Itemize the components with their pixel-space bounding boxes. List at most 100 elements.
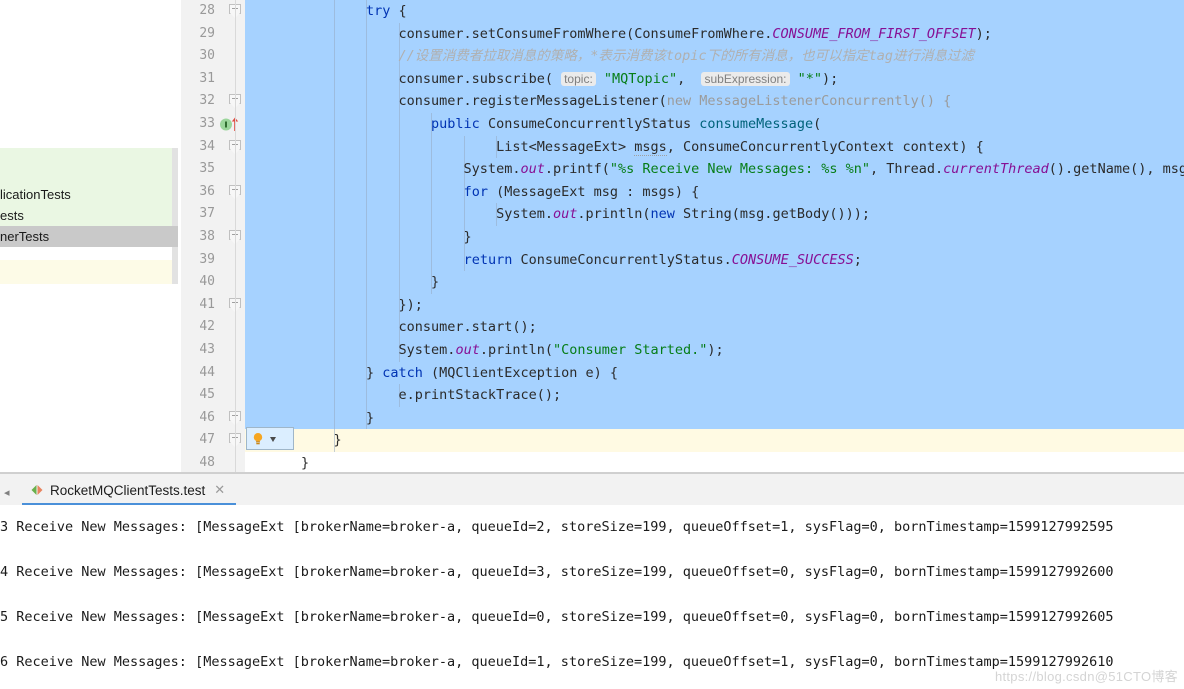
code-token: "*"	[797, 70, 823, 87]
code-line[interactable]: e.printStackTrace();	[245, 384, 1184, 407]
popup-list-item[interactable]: ests	[0, 205, 172, 226]
code-token: List<MessageExt>	[301, 138, 635, 155]
code-token: }	[301, 409, 375, 426]
code-line[interactable]: try {	[245, 0, 1184, 23]
code-line[interactable]: consumer.setConsumeFromWhere(ConsumeFrom…	[245, 22, 1184, 46]
code-line[interactable]: consumer.registerMessageListener(new Mes…	[245, 90, 1184, 113]
code-token: (MQClientException e) {	[422, 364, 618, 381]
code-line[interactable]: //设置消费者拉取消息的策略，*表示消费该topic下的所有消息，也可以指定ta…	[245, 45, 1184, 68]
code-token: catch	[382, 364, 423, 381]
parameter-hint: topic:	[561, 71, 596, 86]
code-token: out	[520, 161, 545, 178]
code-text: List<MessageExt> msgs, ConsumeConcurrent…	[245, 136, 1184, 159]
popup-scroll-shadow	[172, 148, 178, 284]
lightbulb-icon[interactable]	[250, 431, 266, 447]
code-token: consumer.registerMessageListener(	[301, 93, 667, 110]
code-token: "MQTopic"	[603, 70, 678, 87]
code-token: CONSUME_FROM_FIRST_OFFSET	[772, 25, 976, 42]
code-line[interactable]: }	[245, 406, 1184, 430]
chevron-left-icon[interactable]: ◂	[4, 486, 10, 499]
code-text: for (MessageExt msg : msgs) {	[245, 181, 1184, 204]
code-token: ConsumeConcurrentlyStatus.	[512, 251, 732, 268]
tab-rocketmqclienttests-test[interactable]: RocketMQClientTests.test ✕	[22, 475, 234, 505]
code-token: }	[301, 228, 472, 245]
console-output[interactable]: 3 Receive New Messages: [MessageExt [bro…	[0, 505, 1184, 689]
close-icon[interactable]: ✕	[214, 482, 225, 498]
popup-list-item[interactable]: licationTests	[0, 184, 172, 205]
code-token: return	[463, 251, 513, 268]
parameter-hint: subExpression:	[701, 71, 790, 86]
line-number: 43	[199, 341, 215, 357]
code-line[interactable]: System.out.println(new String(msg.getBod…	[245, 203, 1184, 226]
code-text: }	[245, 429, 1184, 452]
code-token: }	[301, 432, 342, 449]
code-text: //设置消费者拉取消息的策略，*表示消费该topic下的所有消息，也可以指定ta…	[245, 45, 1184, 68]
code-token: ().getName(), msg	[1048, 161, 1184, 178]
code-line[interactable]: for (MessageExt msg : msgs) {	[245, 180, 1184, 204]
line-number: 46	[199, 409, 215, 425]
code-line[interactable]: } catch (MQClientException e) {	[245, 361, 1184, 385]
line-number: 28	[199, 3, 215, 18]
code-token: ,	[677, 70, 702, 87]
code-line[interactable]: List<MessageExt> msgs, ConsumeConcurrent…	[245, 135, 1184, 159]
code-token: "Consumer Started."	[552, 341, 708, 358]
code-token: );	[975, 25, 992, 42]
code-text: public ConsumeConcurrentlyStatus consume…	[245, 113, 1184, 136]
code-token: //设置消费者拉取消息的策略，*表示消费该topic下的所有消息，也可以指定ta…	[398, 48, 974, 65]
method-override-icon[interactable]	[219, 117, 243, 132]
code-line[interactable]: return ConsumeConcurrentlyStatus.CONSUME…	[245, 248, 1184, 272]
code-token: "%s Receive New Messages: %s %n"	[609, 161, 870, 178]
code-line[interactable]: }	[245, 429, 1184, 452]
code-line[interactable]: consumer.start();	[245, 316, 1184, 339]
code-text: System.out.println("Consumer Started.");	[245, 339, 1184, 362]
code-text: }	[245, 452, 1184, 472]
code-token: .println(	[577, 206, 651, 223]
watermark: https://blog.csdn@51CTO博客	[994, 669, 1178, 684]
code-token: }	[301, 364, 383, 381]
line-number: 30	[199, 48, 215, 64]
code-line[interactable]: }	[245, 225, 1184, 249]
code-line[interactable]: System.out.printf("%s Receive New Messag…	[245, 158, 1184, 181]
code-text: e.printStackTrace();	[245, 384, 1184, 407]
code-area[interactable]: try { consumer.setConsumeFromWhere(Consu…	[245, 0, 1184, 472]
run-test-icon	[30, 483, 44, 497]
code-token: });	[301, 296, 423, 313]
code-token: }	[301, 454, 310, 471]
console-line: 5 Receive New Messages: [MessageExt [bro…	[0, 609, 1114, 625]
line-number: 39	[199, 251, 215, 267]
code-line[interactable]: consumer.subscribe( topic: "MQTopic", su…	[245, 67, 1184, 91]
code-line[interactable]: System.out.println("Consumer Started.");	[245, 338, 1184, 362]
code-text: } catch (MQClientException e) {	[245, 362, 1184, 385]
code-token: ;	[853, 251, 862, 268]
code-token: for	[463, 183, 488, 200]
intention-bulb-widget[interactable]	[246, 427, 294, 450]
line-number: 36	[199, 183, 215, 199]
code-text: }	[245, 226, 1184, 249]
code-line[interactable]: public ConsumeConcurrentlyStatus consume…	[245, 112, 1184, 136]
run-tab-bar: ◂ RocketMQClientTests.test ✕	[0, 472, 1184, 506]
line-number: 45	[199, 387, 215, 403]
code-line[interactable]: }	[245, 452, 1184, 472]
chevron-down-icon[interactable]	[268, 431, 278, 447]
code-line[interactable]: }	[245, 271, 1184, 294]
line-number: 47	[199, 432, 215, 448]
console-line: 4 Receive New Messages: [MessageExt [bro…	[0, 564, 1114, 580]
console-line: 3 Receive New Messages: [MessageExt [bro…	[0, 519, 1114, 535]
editor-region: 28 29 30 31 32 33 34 35 36 37 38 39 40 41 42 43 44 45 46 47…	[0, 0, 1184, 472]
code-line[interactable]: });	[245, 293, 1184, 317]
code-token: .println(	[479, 341, 553, 358]
test-selection-popup[interactable]: licationTests ests nerTests	[0, 148, 178, 284]
line-number: 40	[199, 274, 215, 290]
code-token: ConsumeConcurrentlyStatus	[479, 115, 700, 132]
fold-guide-line	[235, 0, 236, 472]
code-token: }	[301, 274, 440, 291]
code-token: System.	[301, 206, 553, 223]
popup-list-item[interactable]: nerTests	[0, 226, 178, 247]
code-text: return ConsumeConcurrentlyStatus.CONSUME…	[245, 249, 1184, 272]
tabbar-divider	[0, 473, 1184, 474]
code-token: e.printStackTrace();	[301, 387, 562, 404]
